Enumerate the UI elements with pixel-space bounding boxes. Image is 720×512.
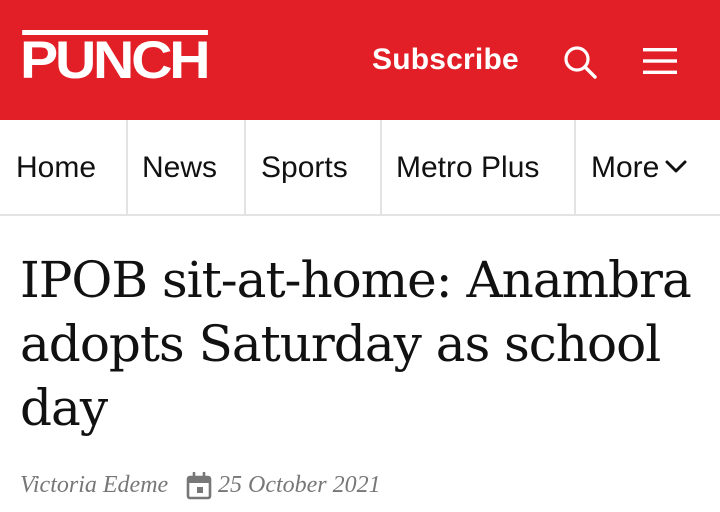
chevron-down-icon (665, 160, 687, 173)
site-header: PUNCH Subscribe (0, 0, 720, 120)
nav-more-label: More (591, 151, 660, 184)
article-date: 25 October 2021 (218, 472, 381, 498)
calendar-icon (186, 472, 212, 500)
nav-item-sports[interactable]: Sports (246, 120, 380, 216)
punch-logo[interactable]: PUNCH (20, 30, 211, 90)
search-icon[interactable] (562, 44, 598, 80)
hamburger-menu-icon[interactable] (642, 46, 678, 76)
article-headline: IPOB sit-at-home: Anambra adopts Saturda… (20, 251, 692, 437)
subscribe-button[interactable]: Subscribe (372, 40, 519, 80)
main-nav: Home News Sports Metro Plus More (0, 120, 720, 216)
article-author[interactable]: Victoria Edeme (20, 468, 168, 502)
logo-bar (22, 30, 208, 35)
nav-item-news[interactable]: News (128, 120, 244, 216)
nav-item-metro-plus[interactable]: Metro Plus (382, 120, 574, 216)
nav-item-more[interactable]: More (576, 120, 720, 216)
nav-item-home[interactable]: Home (0, 120, 126, 216)
logo-text: PUNCH (20, 31, 211, 90)
